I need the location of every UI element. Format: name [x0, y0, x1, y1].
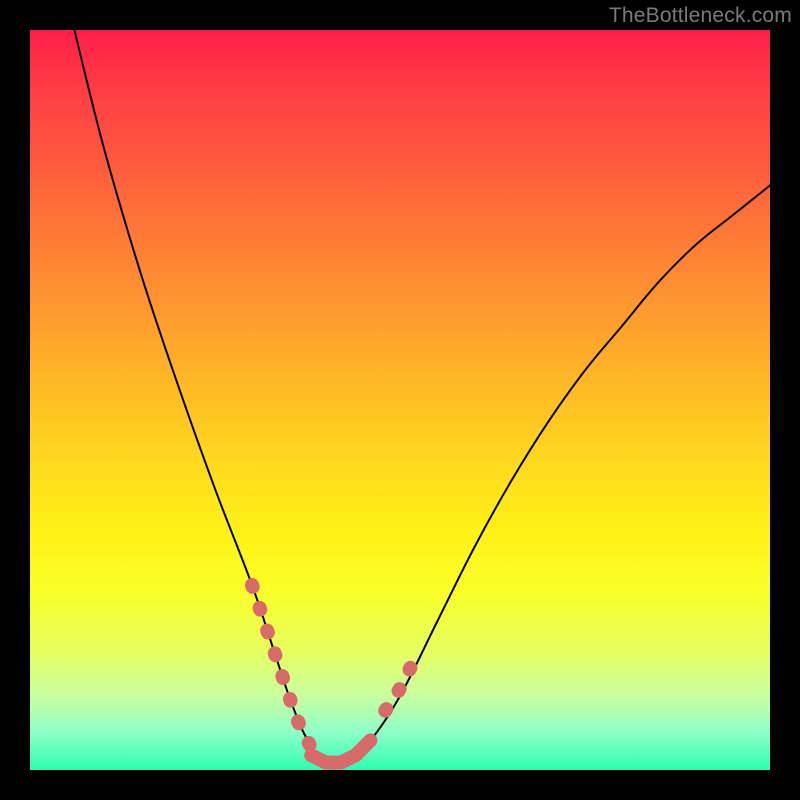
plot-area	[30, 30, 770, 770]
chart-frame: TheBottleneck.com	[0, 0, 800, 800]
highlight-segment-right	[385, 659, 415, 711]
bottleneck-curve	[74, 30, 770, 763]
highlight-segment-left	[252, 585, 311, 748]
curve-svg	[30, 30, 770, 770]
watermark-text: TheBottleneck.com	[609, 4, 792, 28]
highlight-segment-bottom	[311, 740, 370, 762]
